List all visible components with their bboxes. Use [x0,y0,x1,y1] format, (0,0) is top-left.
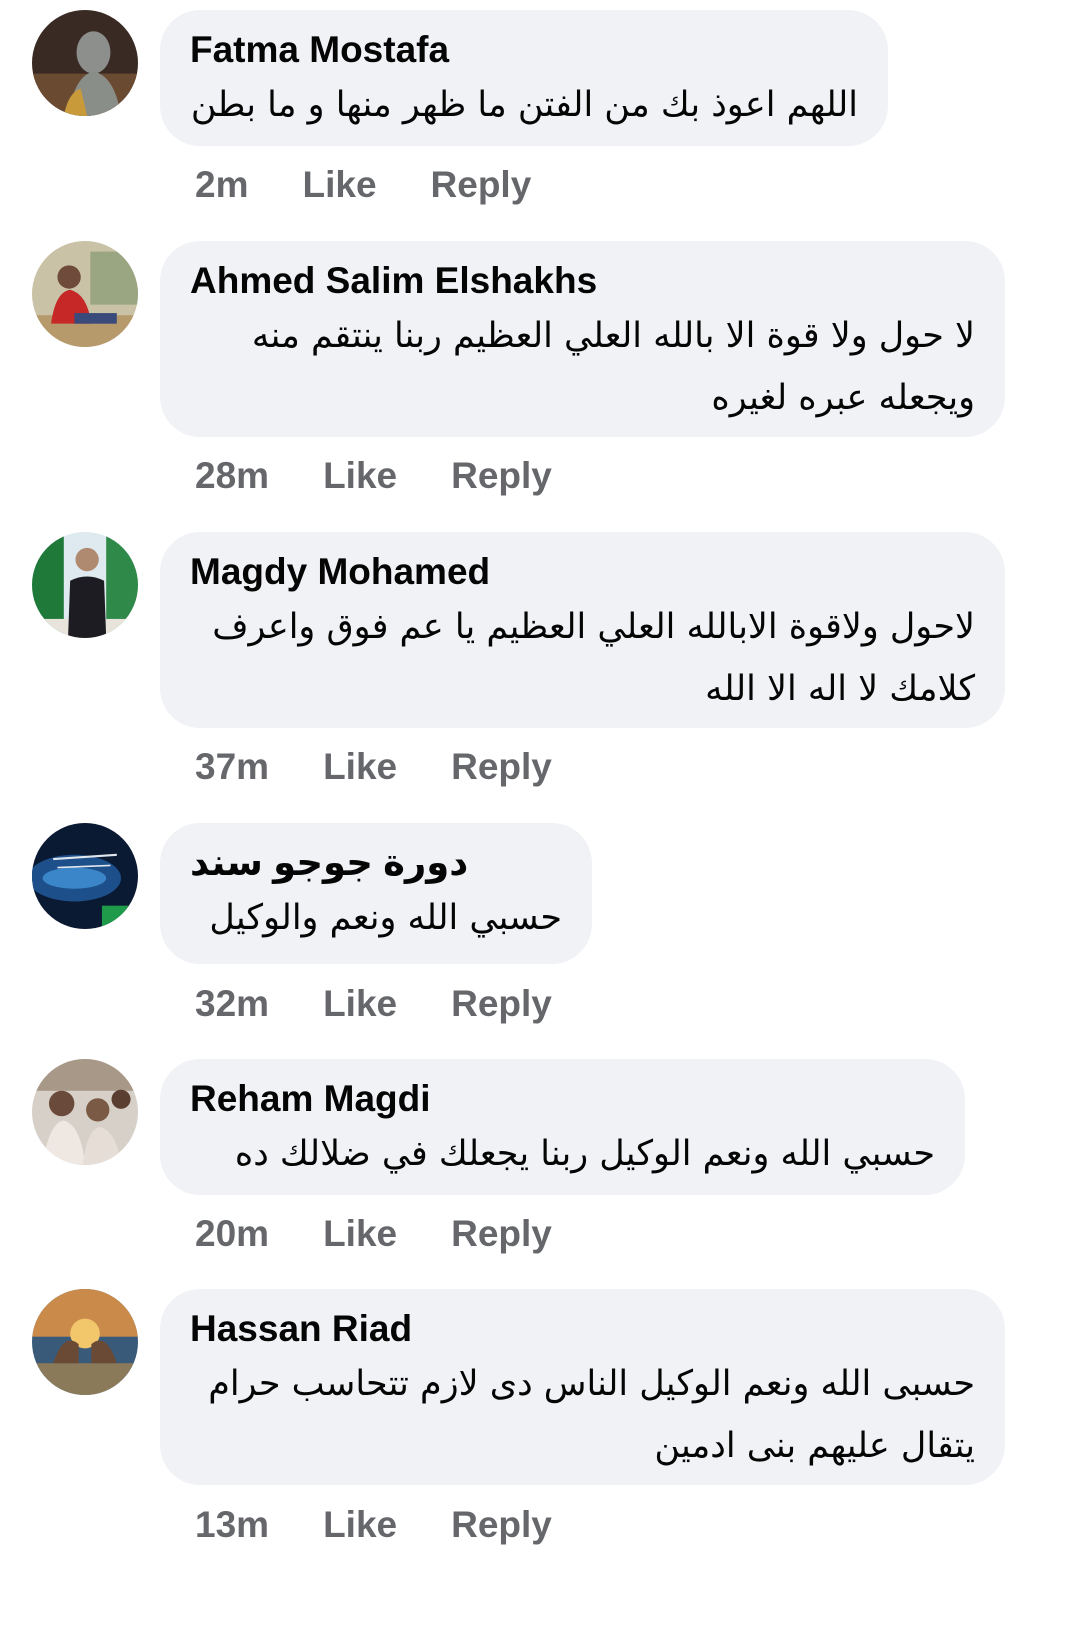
like-button[interactable]: Like [302,164,376,206]
reply-button[interactable]: Reply [451,746,552,788]
comment-timestamp[interactable]: 20m [195,1213,269,1255]
like-button[interactable]: Like [323,983,397,1025]
avatar-image [32,532,138,638]
avatar-image [32,823,138,929]
like-button[interactable]: Like [323,746,397,788]
comment-timestamp[interactable]: 13m [195,1504,269,1546]
avatar-image [32,1059,138,1165]
reply-button[interactable]: Reply [451,1504,552,1546]
comment-timestamp[interactable]: 37m [195,746,269,788]
avatar-image [32,241,138,347]
comment-timestamp[interactable]: 2m [195,164,248,206]
comment-author[interactable]: دورة جوجو سند [190,841,562,885]
reply-button[interactable]: Reply [451,983,552,1025]
comment-text: حسبي الله ونعم الوكيل ربنا يجعلك في ضلال… [234,1134,935,1174]
comment-author[interactable]: Ahmed Salim Elshakhs [190,259,975,303]
comment-actions: 28m Like Reply [195,455,552,497]
comment-text: حسبي الله ونعم والوكيل [209,898,562,938]
comment-actions: 32m Like Reply [195,983,552,1025]
comment-timestamp[interactable]: 28m [195,455,269,497]
comment-bubble[interactable]: Fatma Mostafa اللهم اعوذ بك من الفتن ما … [160,10,888,146]
reply-button[interactable]: Reply [451,1213,552,1255]
comment-text: اللهم اعوذ بك من الفتن ما ظهر منها و ما … [190,85,858,125]
avatar[interactable] [32,532,138,638]
comment-author[interactable]: Hassan Riad [190,1307,975,1351]
comment-bubble[interactable]: Reham Magdi حسبي الله ونعم الوكيل ربنا ي… [160,1059,965,1195]
avatar[interactable] [32,241,138,347]
comment-actions: 2m Like Reply [195,164,531,206]
reply-button[interactable]: Reply [451,455,552,497]
comment-text: لا حول ولا قوة الا بالله العلي العظيم رب… [251,316,975,418]
like-button[interactable]: Like [323,455,397,497]
comment-timestamp[interactable]: 32m [195,983,269,1025]
avatar-image [32,10,138,116]
avatar[interactable] [32,823,138,929]
comment-actions: 37m Like Reply [195,746,552,788]
comment-author[interactable]: Reham Magdi [190,1077,935,1121]
avatar[interactable] [32,1289,138,1395]
comment-actions: 20m Like Reply [195,1213,552,1255]
comment-author[interactable]: Magdy Mohamed [190,550,975,594]
avatar-image [32,1289,138,1395]
comment-author[interactable]: Fatma Mostafa [190,28,858,72]
comment-bubble[interactable]: دورة جوجو سند حسبي الله ونعم والوكيل [160,823,592,964]
comment-bubble[interactable]: Ahmed Salim Elshakhs لا حول ولا قوة الا … [160,241,1005,437]
reply-button[interactable]: Reply [431,164,532,206]
comment-actions: 13m Like Reply [195,1504,552,1546]
like-button[interactable]: Like [323,1504,397,1546]
comment-text: لاحول ولاقوة الابالله العلي العظيم يا عم… [212,607,975,709]
comment-text: حسبى الله ونعم الوكيل الناس دى لازم تتحا… [208,1364,975,1466]
comment-bubble[interactable]: Magdy Mohamed لاحول ولاقوة الابالله العل… [160,532,1005,728]
comment-bubble[interactable]: Hassan Riad حسبى الله ونعم الوكيل الناس … [160,1289,1005,1485]
like-button[interactable]: Like [323,1213,397,1255]
avatar[interactable] [32,1059,138,1165]
avatar[interactable] [32,10,138,116]
